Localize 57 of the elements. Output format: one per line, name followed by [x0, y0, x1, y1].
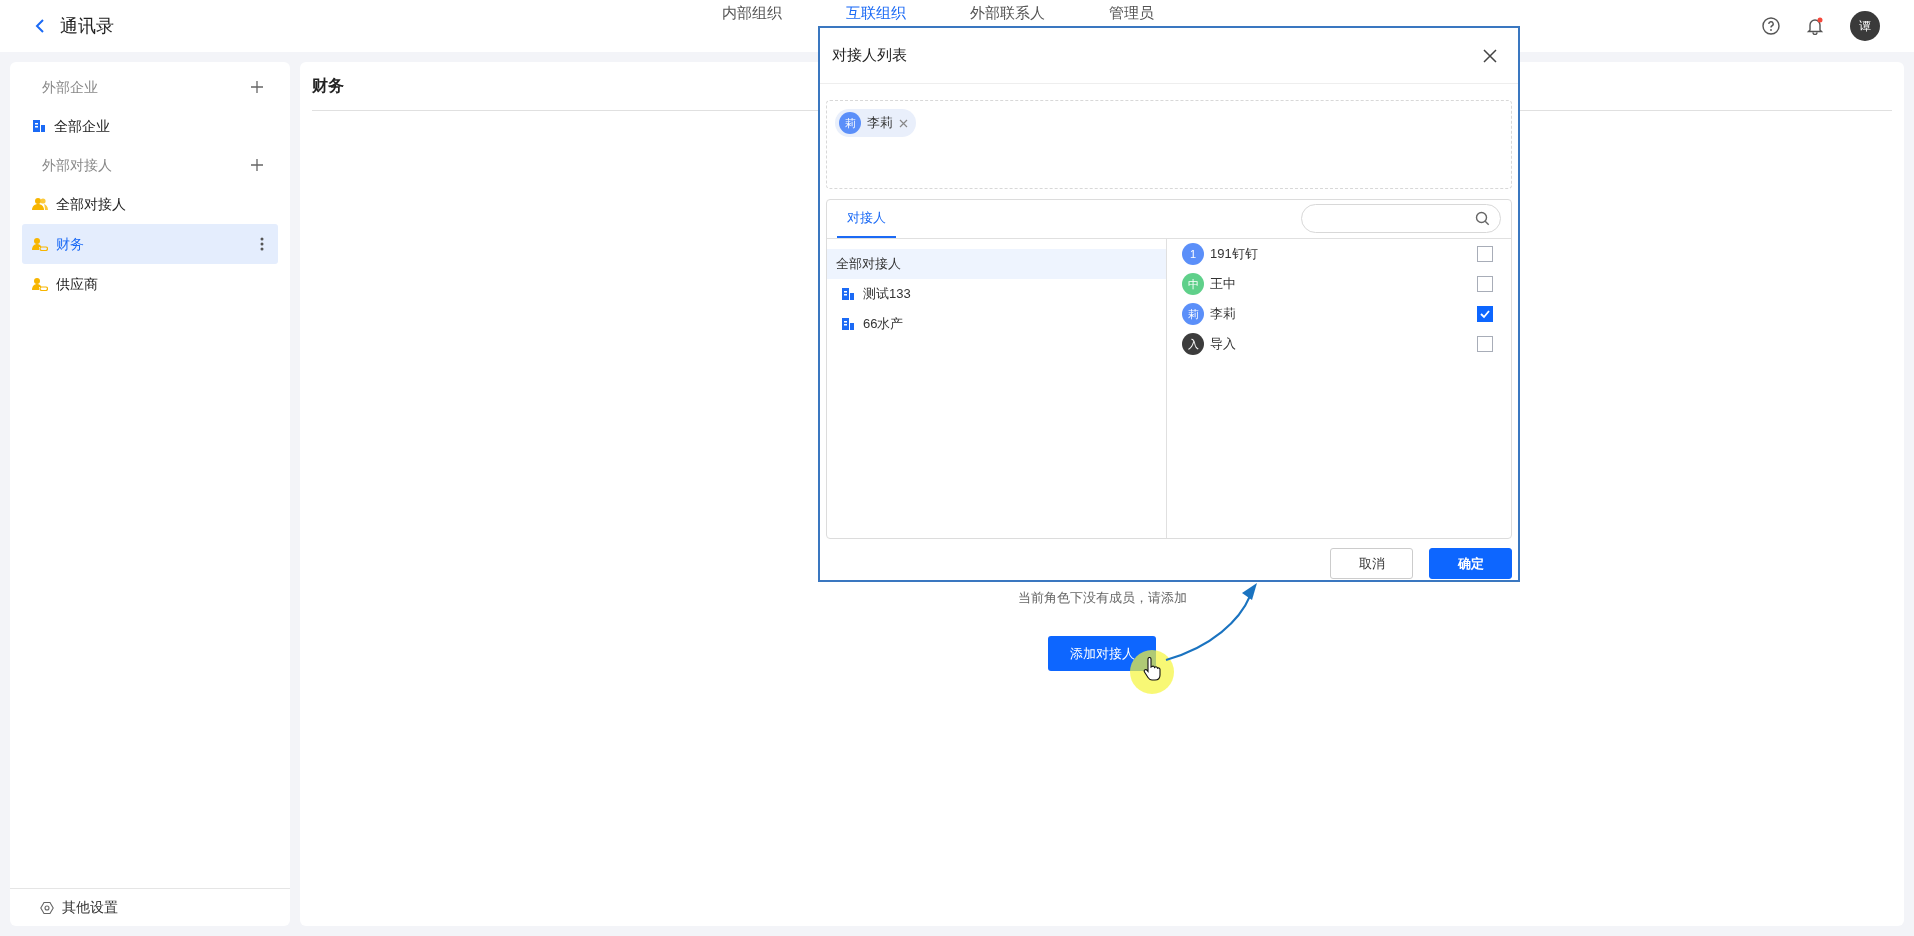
help-icon[interactable] — [1762, 17, 1780, 35]
settings-link[interactable]: 其他设置 — [10, 888, 290, 926]
tree-item[interactable]: 全部对接人 — [827, 249, 1166, 279]
member-name: 导入 — [1210, 335, 1236, 354]
more-icon[interactable] — [260, 237, 264, 251]
settings-icon — [40, 900, 54, 915]
add-icon[interactable] — [250, 80, 264, 94]
section-title: 外部对接人 — [42, 155, 112, 175]
empty-message: 当前角色下没有成员，请添加 — [1017, 589, 1187, 606]
member-row[interactable]: 1 191钉钉 — [1182, 239, 1493, 269]
sidebar-item[interactable]: 全部对接人 — [22, 184, 278, 224]
notification-icon[interactable] — [1806, 17, 1824, 35]
building-icon — [32, 119, 46, 133]
remove-icon[interactable] — [899, 118, 908, 128]
user-avatar[interactable]: 谭 — [1850, 11, 1880, 41]
member-row[interactable]: 中 王中 — [1182, 269, 1493, 299]
member-row[interactable]: 莉 李莉 — [1182, 299, 1493, 329]
add-icon[interactable] — [250, 158, 264, 172]
sidebar-item[interactable]: 财务 — [22, 224, 278, 264]
avatar: 入 — [1182, 333, 1204, 355]
hand-cursor-icon — [1143, 657, 1161, 681]
tag-label: 李莉 — [867, 114, 893, 133]
checkbox[interactable] — [1477, 246, 1493, 262]
people-icon — [32, 197, 48, 211]
picker-tab[interactable]: 对接人 — [837, 200, 896, 238]
sidebar-item[interactable]: 供应商 — [22, 264, 278, 304]
member-name: 王中 — [1210, 275, 1236, 294]
nav-tab[interactable]: 互联组织 — [846, 3, 906, 24]
person-icon — [32, 237, 48, 251]
building-icon — [841, 317, 855, 331]
back-icon[interactable] — [34, 18, 46, 34]
page-title: 通讯录 — [60, 14, 114, 38]
sidebar-item[interactable]: 全部企业 — [22, 106, 278, 146]
nav-tab[interactable]: 外部联系人 — [970, 3, 1045, 24]
avatar: 1 — [1182, 243, 1204, 265]
checkbox[interactable] — [1477, 276, 1493, 292]
avatar: 莉 — [1182, 303, 1204, 325]
nav-tab[interactable]: 管理员 — [1109, 3, 1154, 24]
nav-tab[interactable]: 内部组织 — [722, 3, 782, 24]
avatar: 中 — [1182, 273, 1204, 295]
member-row[interactable]: 入 导入 — [1182, 329, 1493, 359]
member-name: 191钉钉 — [1210, 245, 1258, 264]
search-icon — [1475, 211, 1490, 226]
section-title: 外部企业 — [42, 77, 98, 97]
member-name: 李莉 — [1210, 305, 1236, 324]
building-icon — [841, 287, 855, 301]
checkbox[interactable] — [1477, 306, 1493, 322]
tree-item[interactable]: 测试133 — [827, 279, 1166, 309]
dialog-title: 对接人列表 — [832, 45, 907, 66]
panel-title: 财务 — [312, 76, 344, 96]
checkbox[interactable] — [1477, 336, 1493, 352]
avatar: 莉 — [839, 112, 861, 134]
close-icon[interactable] — [1482, 47, 1498, 64]
cancel-button[interactable]: 取消 — [1330, 548, 1413, 579]
person-icon — [32, 277, 48, 291]
tree-item[interactable]: 66水产 — [827, 309, 1166, 339]
confirm-button[interactable]: 确定 — [1429, 548, 1512, 579]
